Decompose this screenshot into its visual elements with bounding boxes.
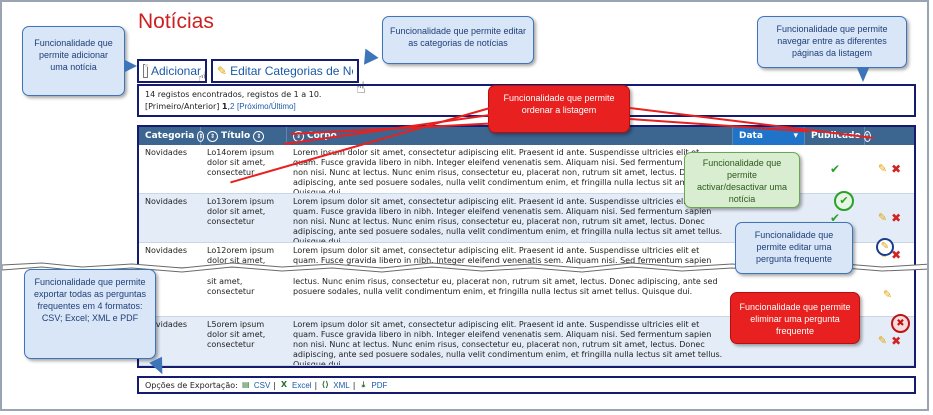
export-pdf-link[interactable]: PDF — [371, 381, 387, 390]
edit-icon[interactable]: ✎ — [878, 212, 887, 223]
callout-navigate: Funcionalidade que permite navegar entre… — [757, 16, 907, 68]
published-toggle-icon[interactable]: ✔ — [834, 191, 854, 211]
document-icon — [143, 64, 148, 78]
edit-highlight-icon[interactable]: ✎ — [876, 238, 894, 256]
callout-export: Funcionalidade que permite exportar toda… — [24, 269, 156, 359]
excel-icon: X — [280, 380, 288, 389]
export-bar: Opções de Exportação: ▤ CSV | X Excel | ⟨⟩… — [137, 376, 916, 394]
callout-delete-faq: Funcionalidade que permite eliminar uma … — [730, 292, 860, 344]
published-check-icon[interactable]: ✔ — [830, 163, 840, 175]
delete-icon[interactable]: ✖ — [891, 335, 901, 347]
callout-sort: Funcionalidade que permite ordenar a lis… — [488, 85, 630, 133]
xml-icon: ⟨⟩ — [321, 380, 329, 389]
header-titulo[interactable]: ⇕ Título ⇕ — [201, 127, 287, 145]
export-csv-link[interactable]: CSV — [254, 381, 270, 390]
edit-categories-link[interactable]: Editar Categorias de Notícias — [230, 64, 353, 78]
edit-categories-button[interactable]: ✎ Editar Categorias de Notícias — [211, 59, 359, 83]
delete-highlight-icon[interactable]: ✖ — [891, 314, 910, 333]
pager-page-2[interactable]: 2 — [230, 102, 234, 111]
csv-icon: ▤ — [242, 380, 250, 389]
screenshot-frame: Notícias Adicionar ✎ Editar Categorias d… — [0, 0, 929, 411]
pencil-icon: ✎ — [217, 64, 228, 78]
callout-edit-faq: Funcionalidade que permite editar uma pe… — [735, 222, 853, 274]
edit-icon[interactable]: ✎ — [878, 335, 887, 346]
export-label: Opções de Exportação: — [145, 380, 238, 390]
callout-edit-categories: Funcionalidade que permite editar as cat… — [382, 16, 534, 64]
sort-desc-icon: ▾ — [793, 131, 798, 141]
page-title: Notícias — [138, 10, 214, 33]
add-link[interactable]: Adicionar — [151, 64, 201, 78]
pager-next-last[interactable]: [Próximo/Último] — [237, 102, 296, 111]
sort-icon[interactable]: ⇕ — [253, 130, 265, 142]
callout-toggle: Funcionalidade que permite activar/desac… — [684, 152, 800, 208]
export-excel-link[interactable]: Excel — [292, 381, 312, 390]
export-xml-link[interactable]: XML — [333, 381, 349, 390]
add-button[interactable]: Adicionar — [137, 59, 207, 83]
delete-icon[interactable]: ✖ — [891, 212, 901, 224]
header-categoria[interactable]: Categoria ⇕ — [139, 127, 205, 145]
pager-first-prev: [Primeiro/Anterior] — [145, 102, 220, 111]
edit-icon[interactable]: ✎ — [878, 163, 887, 174]
callout-add: Funcionalidade que permite adicionar uma… — [22, 26, 125, 96]
delete-icon[interactable]: ✖ — [891, 163, 901, 175]
edit-icon[interactable]: ✎ — [883, 289, 892, 300]
pdf-icon: ⤓ — [361, 380, 366, 389]
sort-icon[interactable]: ⇕ — [207, 130, 218, 142]
